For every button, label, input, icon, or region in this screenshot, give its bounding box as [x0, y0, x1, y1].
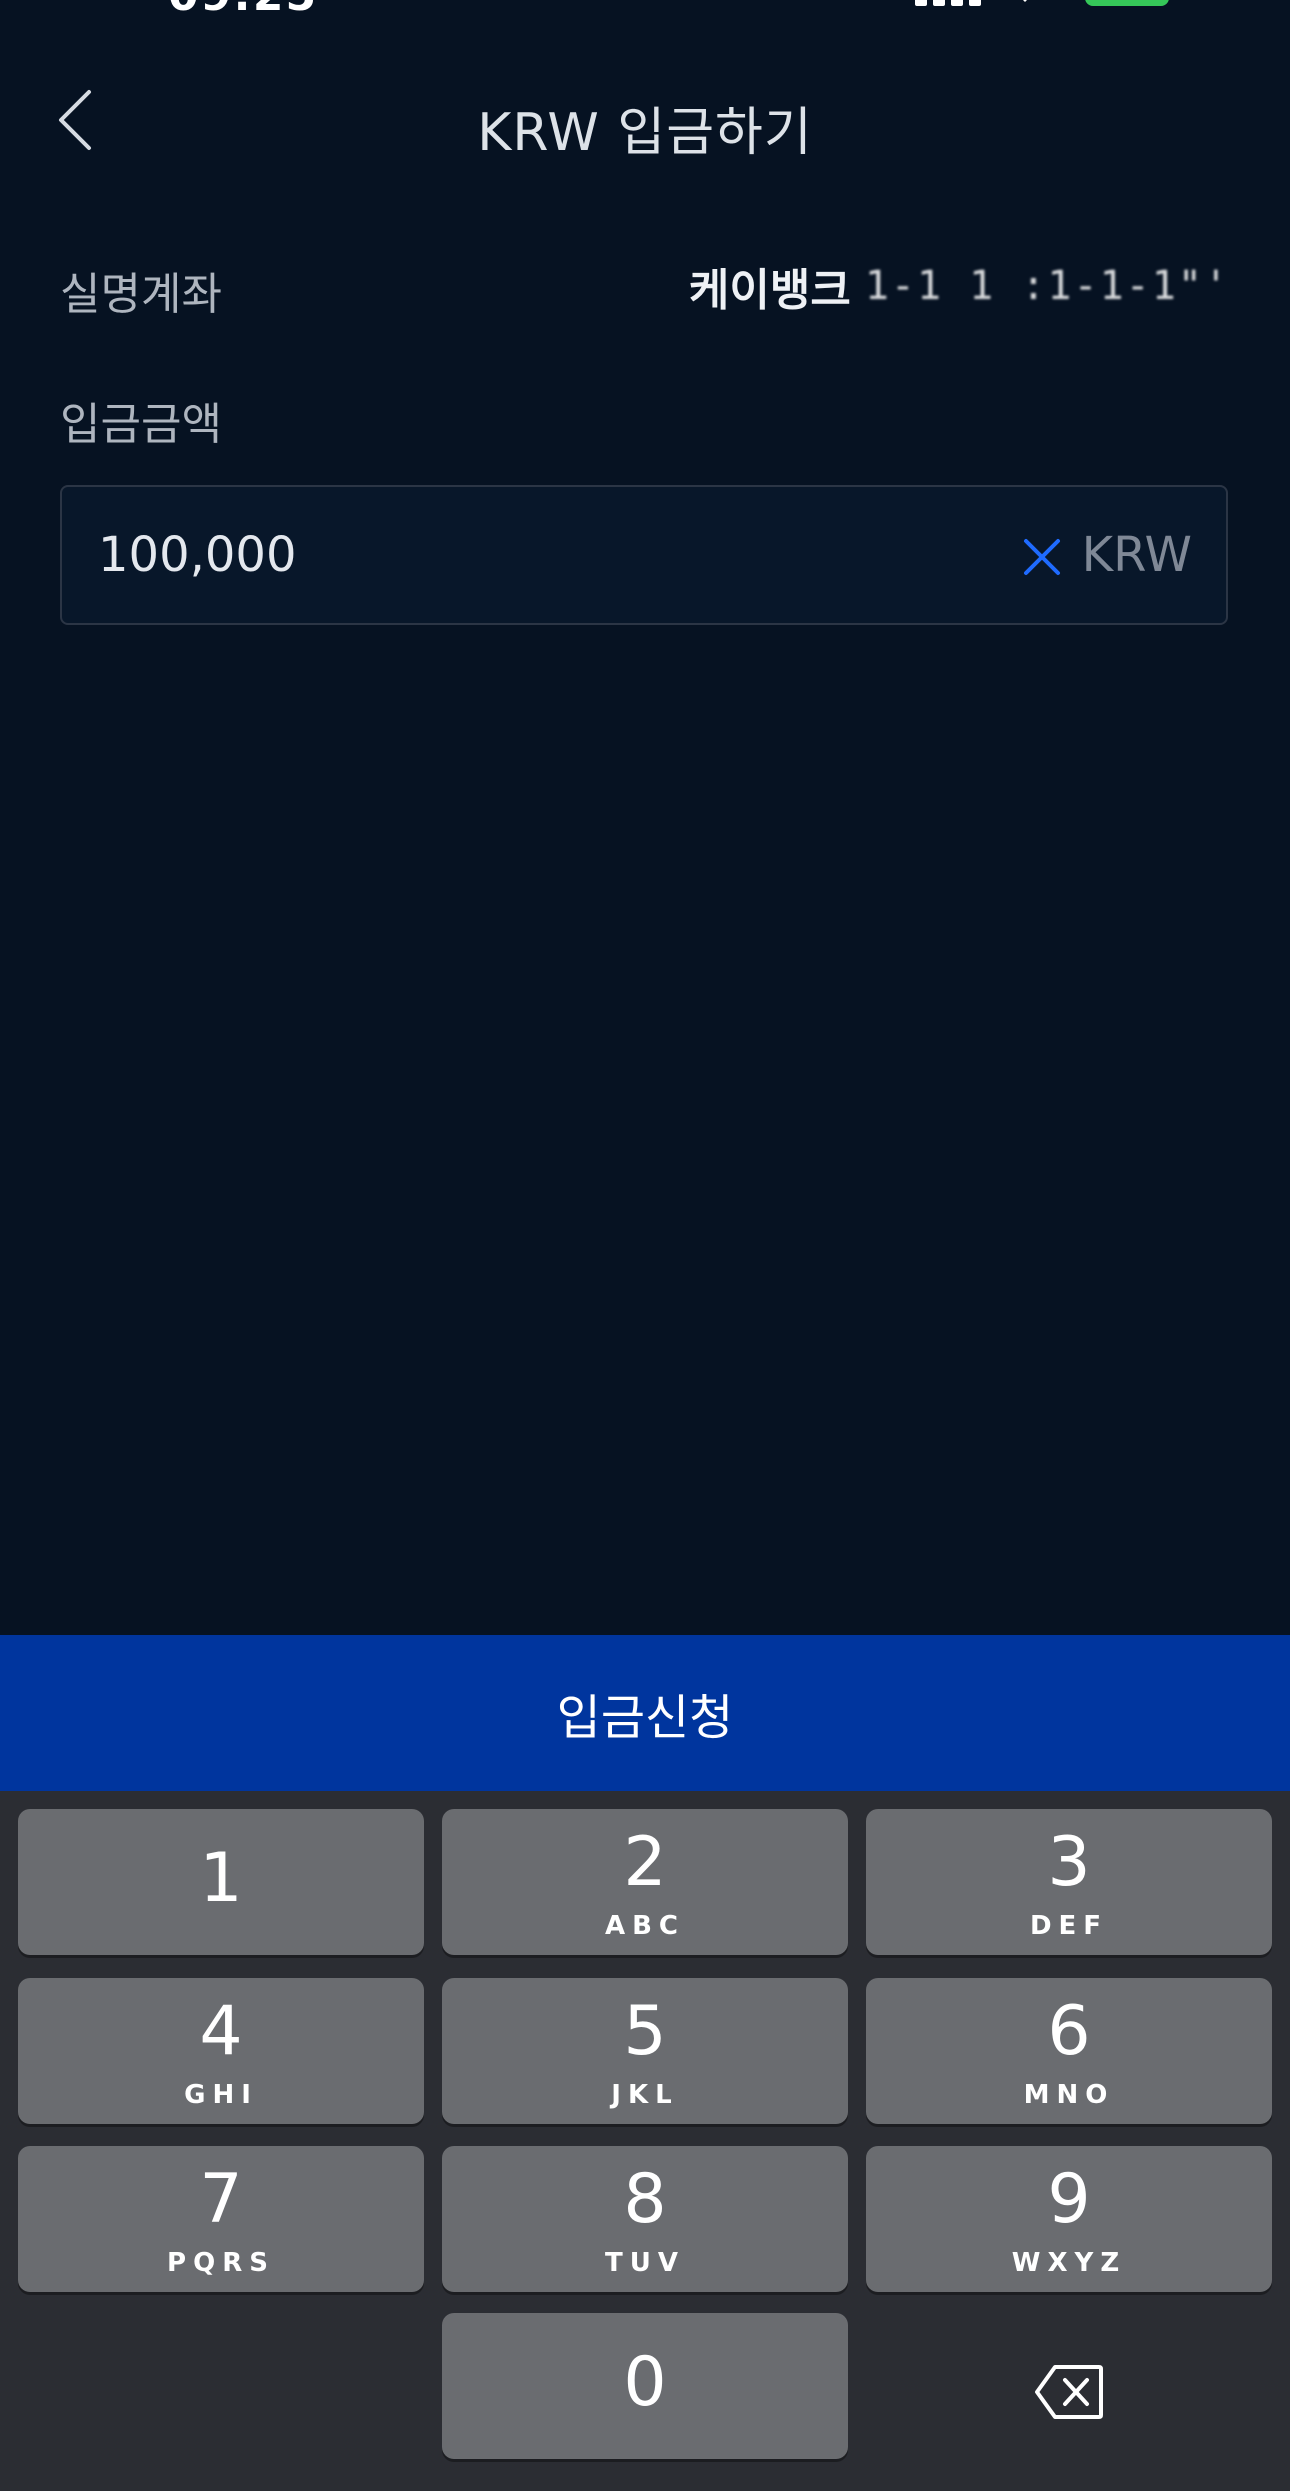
key-digit: 9: [1047, 2160, 1091, 2239]
key-letters: DEF: [1029, 1911, 1109, 1941]
key-digit: 8: [623, 2160, 667, 2239]
account-value: 케이뱅크 1-1 1 :1-1-1"': [689, 254, 1230, 318]
bank-name: 케이뱅크: [688, 265, 851, 316]
key-4[interactable]: 4 GHI: [18, 1978, 424, 2124]
key-letters: TUV: [605, 2248, 685, 2278]
clear-button[interactable]: [1018, 533, 1066, 581]
numeric-keypad: 1 2 ABC 3 DEF 4 GHI 5 JKL 6 MNO 7 PQRS 8: [0, 1791, 1290, 2491]
key-digit: 4: [199, 1992, 243, 2071]
key-letters: PQRS: [167, 2248, 275, 2278]
key-9[interactable]: 9 WXYZ: [866, 2146, 1272, 2292]
header: KRW 입금하기: [0, 60, 1290, 180]
key-digit: 3: [1047, 1823, 1091, 1902]
key-letters: JKL: [611, 2080, 679, 2110]
wifi-icon: [1023, 0, 1027, 2]
account-label: 실명계좌: [60, 269, 222, 320]
amount-label: 입금금액: [60, 399, 222, 450]
key-letters: ABC: [604, 1911, 686, 1941]
amount-value: 100,000: [98, 527, 297, 583]
backspace-icon: [1035, 2365, 1103, 2419]
key-6[interactable]: 6 MNO: [866, 1978, 1272, 2124]
key-7[interactable]: 7 PQRS: [18, 2146, 424, 2292]
key-8[interactable]: 8 TUV: [442, 2146, 848, 2292]
key-digit: 5: [623, 1992, 667, 2071]
page-title: KRW 입금하기: [477, 103, 813, 163]
close-icon: [1024, 539, 1060, 575]
status-bar: 09:25: [0, 0, 1290, 30]
key-2[interactable]: 2 ABC: [442, 1809, 848, 1955]
backspace-key[interactable]: [866, 2319, 1272, 2465]
cellular-signal-icon: [915, 0, 981, 6]
deposit-request-button[interactable]: 입금신청: [0, 1635, 1290, 1791]
key-letters: MNO: [1023, 2080, 1115, 2110]
deposit-screen: 09:25 KRW 입금하기 실명계좌 케이뱅크 1-1 1 :1-1-1"' …: [0, 0, 1290, 2491]
status-time: 09:25: [168, 0, 318, 21]
key-3[interactable]: 3 DEF: [866, 1809, 1272, 1955]
amount-input[interactable]: 100,000 KRW: [60, 485, 1228, 625]
key-digit: 1: [199, 1839, 243, 1918]
battery-icon: [1085, 0, 1169, 6]
key-digit: 0: [623, 2343, 667, 2422]
account-number-masked: 1-1 1 :1-1-1"': [864, 263, 1230, 309]
currency-unit: KRW: [1081, 527, 1192, 583]
account-row: 실명계좌 케이뱅크 1-1 1 :1-1-1"': [60, 250, 1230, 320]
key-5[interactable]: 5 JKL: [442, 1978, 848, 2124]
key-digit: 2: [623, 1823, 667, 1902]
key-1[interactable]: 1: [18, 1809, 424, 1955]
key-letters: WXYZ: [1011, 2248, 1127, 2278]
key-digit: 7: [199, 2160, 243, 2239]
key-letters: GHI: [184, 2080, 258, 2110]
key-0[interactable]: 0: [442, 2313, 848, 2459]
key-digit: 6: [1047, 1992, 1091, 2071]
